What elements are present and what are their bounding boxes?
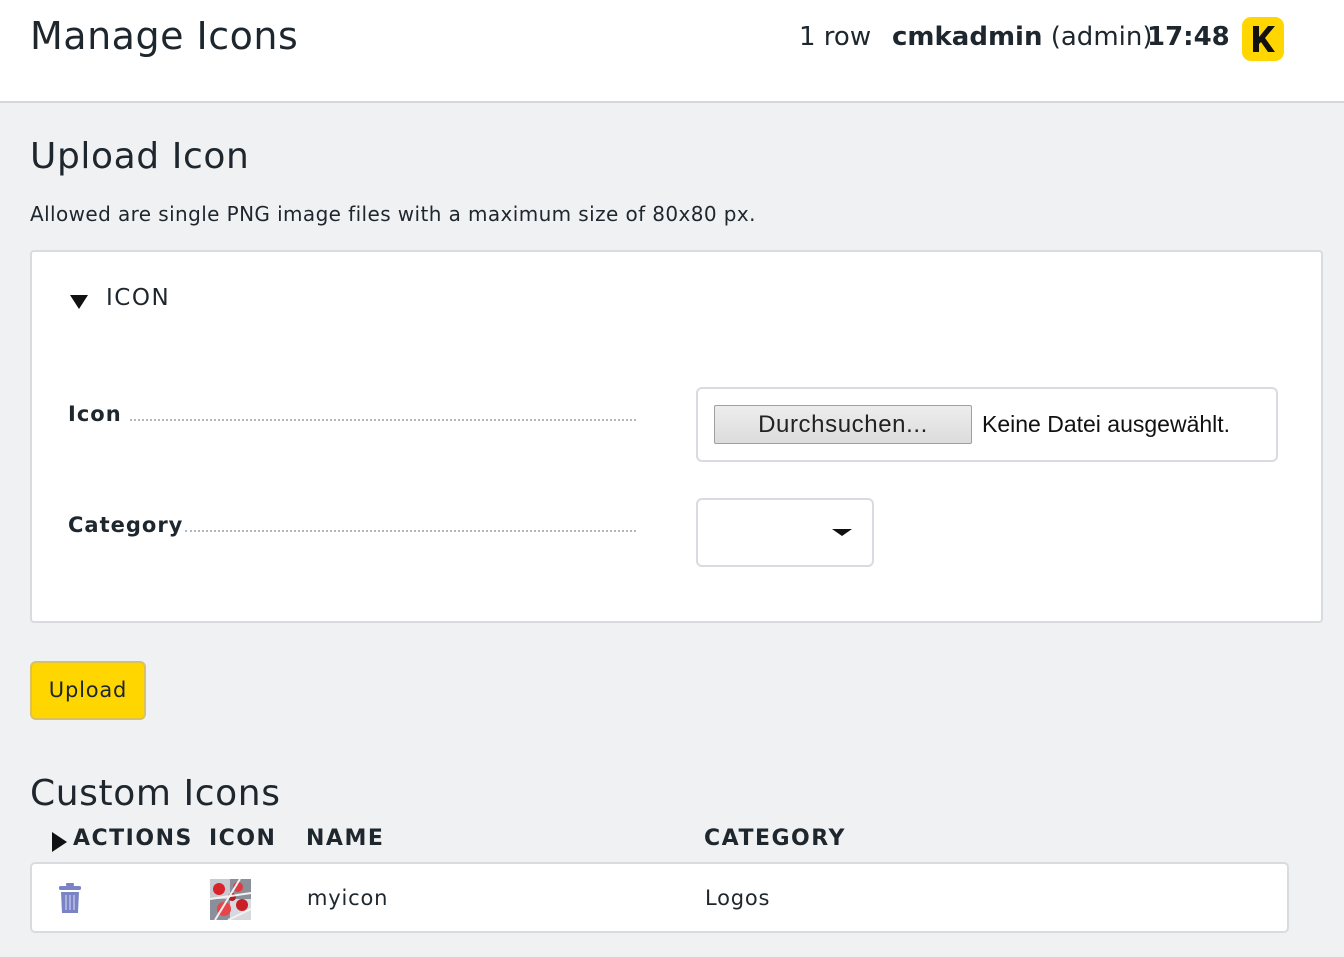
image-thumbnail-icon	[209, 878, 252, 921]
upload-description: Allowed are single PNG image files with …	[30, 202, 756, 226]
fold-title[interactable]: ICON	[106, 285, 170, 311]
icon-name-cell: myicon	[307, 886, 389, 910]
column-header-icon: ICON	[209, 826, 277, 851]
page-title: Manage Icons	[30, 14, 299, 58]
category-select[interactable]	[696, 498, 874, 567]
user-role: (admin)	[1050, 22, 1153, 52]
user-name[interactable]: cmkadmin	[892, 22, 1042, 52]
file-status: Keine Datei ausgewählt.	[982, 411, 1231, 437]
caret-down-icon	[832, 529, 852, 536]
user-info[interactable]: cmkadmin (admin)	[892, 22, 1153, 52]
upload-section-title: Upload Icon	[30, 136, 250, 177]
top-header: Manage Icons 1 row cmkadmin (admin) 17:4…	[0, 0, 1344, 103]
checkmk-logo-icon[interactable]	[1242, 17, 1284, 61]
actions-expand-icon[interactable]	[52, 832, 67, 852]
dotted-leader	[185, 530, 636, 532]
column-header-name[interactable]: NAME	[306, 826, 384, 851]
dotted-leader	[130, 419, 636, 421]
file-input[interactable]: Durchsuchen... Keine Datei ausgewählt.	[696, 387, 1278, 462]
column-header-category[interactable]: CATEGORY	[704, 826, 846, 851]
browse-button[interactable]: Durchsuchen...	[714, 405, 972, 444]
icon-field-label: Icon	[68, 402, 122, 426]
column-header-actions: ACTIONS	[73, 826, 193, 851]
icon-category-cell: Logos	[705, 886, 771, 910]
clock: 17:48	[1147, 22, 1230, 52]
trash-icon[interactable]	[59, 883, 81, 918]
custom-icons-title: Custom Icons	[30, 773, 281, 814]
table-row: myicon Logos	[30, 862, 1289, 933]
upload-button[interactable]: Upload	[30, 661, 146, 720]
icon-form: ICON Icon Durchsuchen... Keine Datei aus…	[30, 250, 1323, 623]
fold-triangle-icon[interactable]	[70, 295, 88, 309]
category-field-label: Category	[68, 513, 184, 537]
row-count: 1 row	[799, 22, 872, 52]
